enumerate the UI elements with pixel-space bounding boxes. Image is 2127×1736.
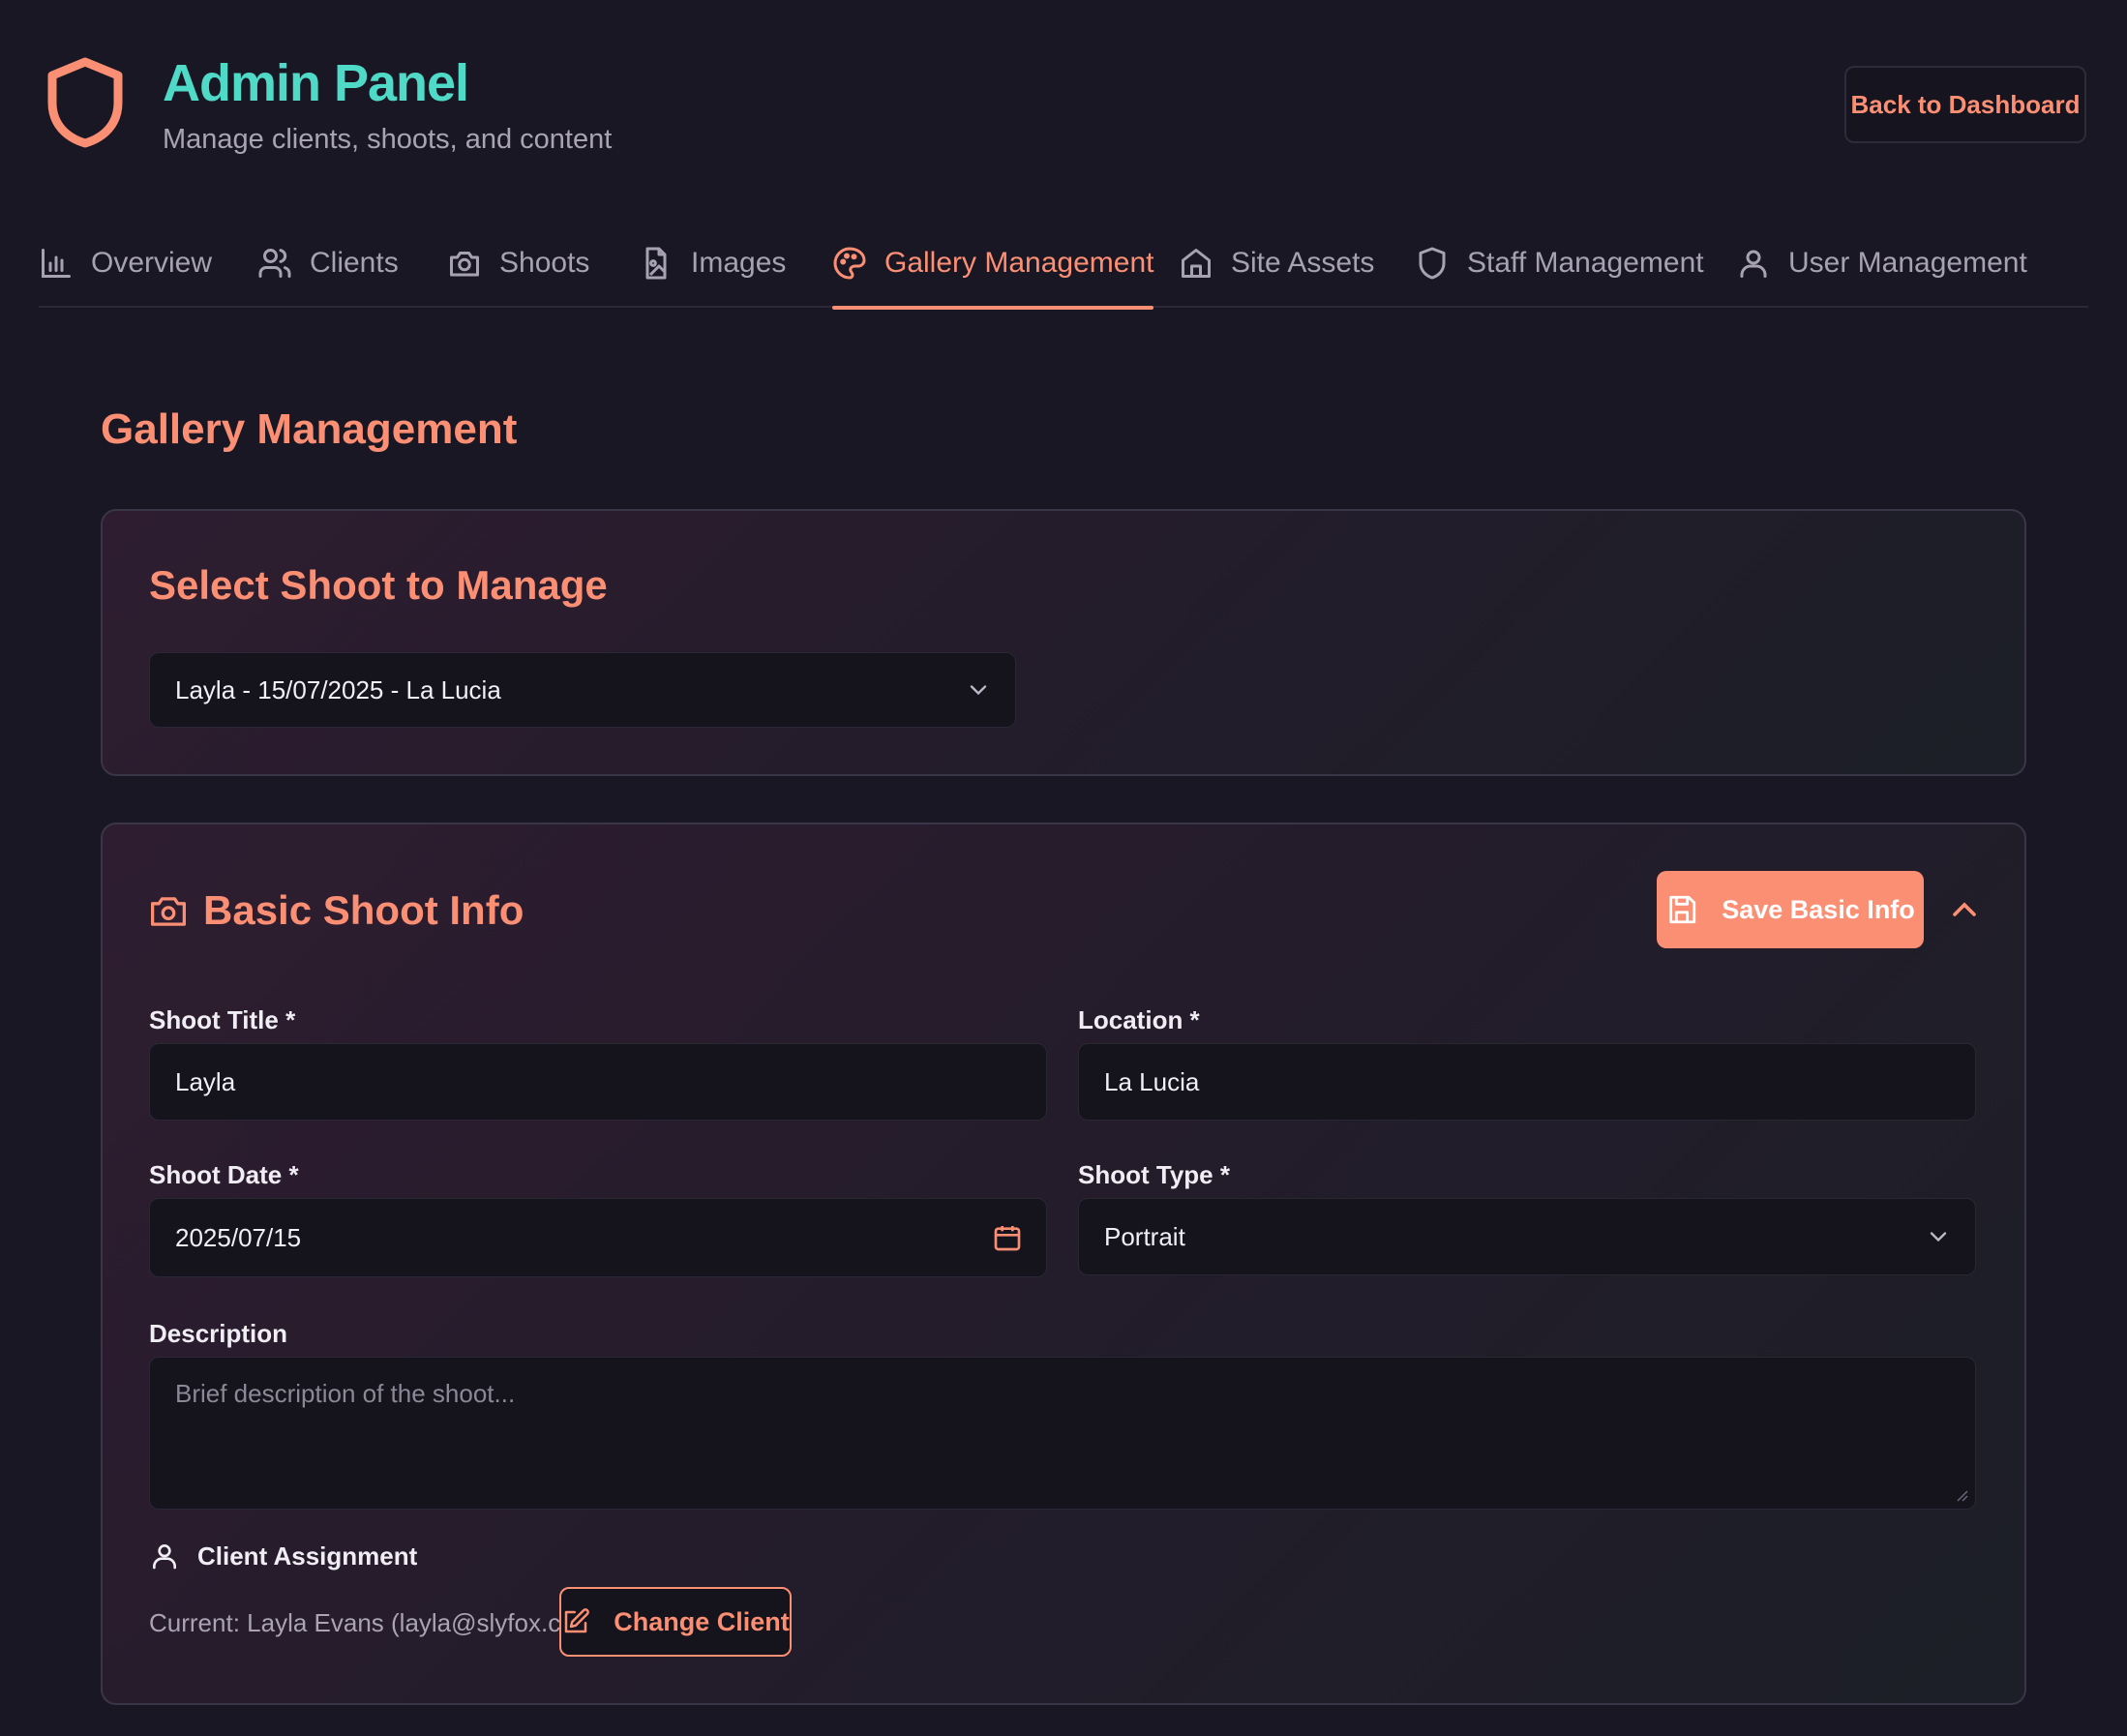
change-client-label: Change Client (614, 1606, 790, 1636)
user-icon (153, 1544, 176, 1570)
image-file-icon (645, 247, 667, 280)
bar-chart-icon (42, 249, 71, 278)
client-assignment-label: Client Assignment (197, 1541, 418, 1571)
client-assignment-heading: Client Assignment (149, 1541, 417, 1571)
chevron-down-icon (1930, 1232, 1947, 1242)
tab-bar: Overview Clients Shoots Images Gallery M… (39, 219, 2088, 310)
page-title: Gallery Management (101, 405, 518, 453)
shoot-date-value: 2025/07/15 (175, 1222, 302, 1252)
tab-clients[interactable]: Clients (257, 219, 399, 308)
tab-staff-management[interactable]: Staff Management (1415, 219, 1704, 308)
shield-icon (1419, 247, 1446, 280)
save-basic-info-button[interactable]: Save Basic Info (1657, 871, 1924, 948)
location-value: La Lucia (1104, 1066, 1200, 1096)
location-label: Location * (1078, 1005, 1200, 1034)
tab-user-management[interactable]: User Management (1736, 219, 2027, 308)
shoot-type-select[interactable]: Portrait (1078, 1198, 1976, 1275)
select-shoot-title: Select Shoot to Manage (149, 562, 608, 608)
shoot-select-value: Layla - 15/07/2025 - La Lucia (175, 674, 501, 704)
shoot-select[interactable]: Layla - 15/07/2025 - La Lucia (149, 652, 1016, 728)
basic-info-card: Basic Shoot Info Save Basic Info Shoot T… (101, 823, 2026, 1705)
basic-info-title: Basic Shoot Info (203, 887, 524, 933)
shoot-date-label: Shoot Date * (149, 1160, 299, 1189)
change-client-button[interactable]: Change Client (559, 1587, 792, 1657)
tab-label: Staff Management (1467, 247, 1704, 279)
tab-label: Images (691, 247, 787, 279)
tab-site-assets[interactable]: Site Assets (1179, 219, 1374, 308)
tab-overview[interactable]: Overview (39, 219, 212, 308)
calendar-icon[interactable] (992, 1222, 1023, 1253)
tab-label: Clients (310, 247, 399, 279)
tab-label: Shoots (499, 247, 590, 279)
description-label: Description (149, 1319, 288, 1348)
select-shoot-card: Select Shoot to Manage Layla - 15/07/202… (101, 509, 2026, 776)
description-placeholder: Brief description of the shoot... (175, 1379, 516, 1408)
app-subtitle: Manage clients, shoots, and content (163, 124, 613, 155)
shoot-title-label: Shoot Title * (149, 1005, 296, 1034)
palette-icon (833, 247, 866, 280)
location-input[interactable]: La Lucia (1078, 1043, 1976, 1121)
tab-label: Gallery Management (884, 247, 1154, 279)
camera-icon (151, 897, 186, 926)
current-client-text: Current: Layla Evans (layla@slyfox.co.za… (149, 1608, 617, 1637)
tab-label: User Management (1788, 247, 2027, 279)
tab-gallery-management[interactable]: Gallery Management (832, 219, 1154, 310)
description-textarea[interactable]: Brief description of the shoot... (149, 1357, 1976, 1510)
shield-icon (47, 57, 123, 148)
chevron-up-icon[interactable] (1945, 890, 1984, 929)
resize-grip-icon[interactable] (1954, 1487, 1969, 1503)
shoot-type-value: Portrait (1104, 1221, 1185, 1251)
tab-label: Overview (91, 247, 213, 279)
users-icon (258, 249, 291, 278)
edit-icon (564, 1608, 590, 1633)
back-to-dashboard-button[interactable]: Back to Dashboard (1844, 66, 2086, 143)
camera-icon (450, 252, 479, 277)
save-icon (1669, 895, 1696, 924)
shoot-type-label: Shoot Type * (1078, 1160, 1230, 1189)
shoot-date-input[interactable]: 2025/07/15 (149, 1198, 1047, 1277)
shoot-title-value: Layla (175, 1066, 236, 1096)
tab-shoots[interactable]: Shoots (447, 219, 589, 308)
chevron-down-icon (970, 685, 987, 696)
tab-images[interactable]: Images (639, 219, 786, 308)
tab-label: Site Assets (1231, 247, 1375, 279)
app-title: Admin Panel (163, 54, 469, 112)
user-icon (1740, 250, 1767, 278)
app-header: Admin Panel Manage clients, shoots, and … (0, 0, 2127, 174)
shoot-title-input[interactable]: Layla (149, 1043, 1047, 1121)
save-basic-info-label: Save Basic Info (1722, 894, 1915, 924)
home-icon (1182, 249, 1211, 278)
